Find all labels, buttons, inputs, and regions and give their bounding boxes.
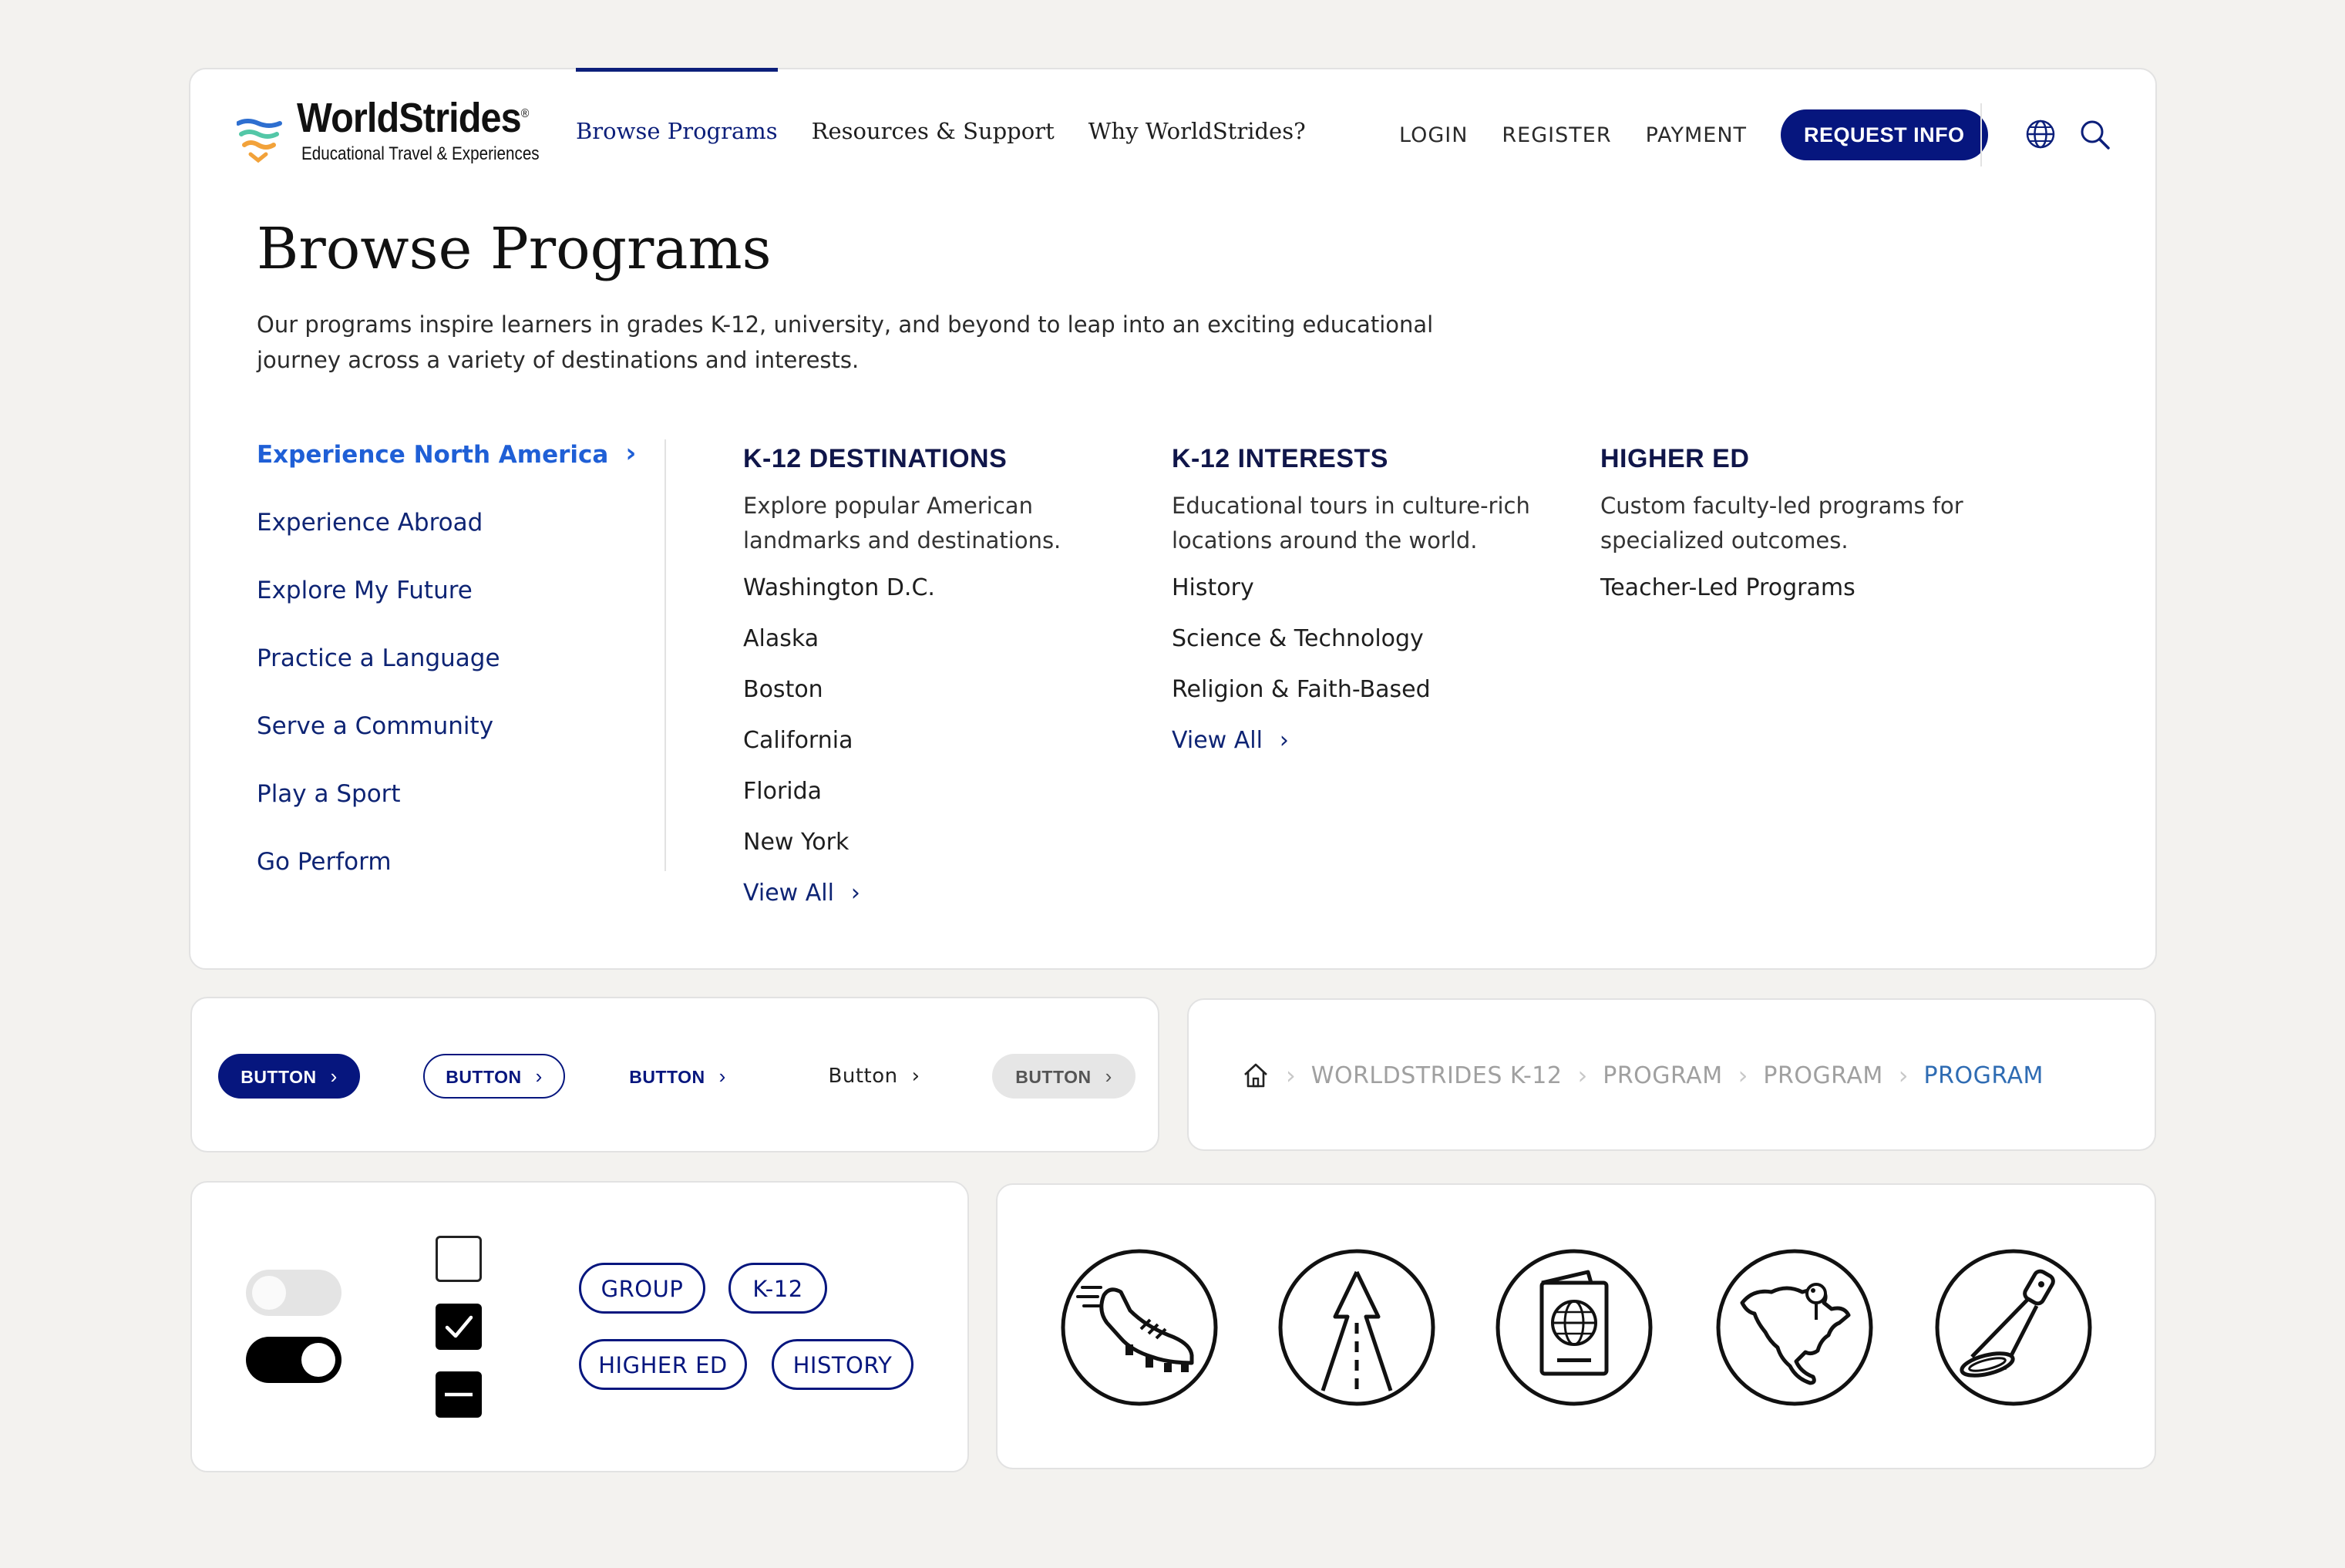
chevron-right-icon: ›: [535, 1065, 543, 1088]
chip-group[interactable]: GROUP: [579, 1263, 705, 1314]
browse-programs-mega-menu: WorldStrides® Educational Travel & Exper…: [189, 68, 2157, 970]
check-icon: [445, 1315, 473, 1338]
category-experience-north-america[interactable]: Experience North America ›: [257, 432, 642, 500]
breadcrumb: › WORLDSTRIDES K-12 › PROGRAM › PROGRAM …: [1241, 1046, 2044, 1105]
nav-resources-support[interactable]: Resources & Support: [812, 69, 1055, 193]
nav-why-worldstrides[interactable]: Why WorldStrides?: [1088, 69, 1306, 193]
chevron-right-icon: ›: [1279, 727, 1289, 754]
road-arrow-icon: [1278, 1249, 1435, 1406]
chevron-right-icon: ›: [850, 880, 860, 907]
search-icon[interactable]: [2079, 119, 2111, 151]
program-category-nav: Experience North America › Experience Abr…: [257, 432, 642, 907]
column-heading: HIGHER ED: [1600, 444, 1750, 473]
logo-tagline: Educational Travel & Experiences: [301, 143, 540, 164]
link-religion-faith-based[interactable]: Religion & Faith-Based: [1172, 665, 1573, 715]
breadcrumb-item[interactable]: PROGRAM: [1763, 1062, 1882, 1089]
breadcrumb-item[interactable]: PROGRAM: [1603, 1062, 1722, 1089]
view-all-destinations-link[interactable]: View All ›: [743, 868, 1144, 919]
chip-history[interactable]: HISTORY: [772, 1339, 913, 1390]
link-alaska[interactable]: Alaska: [743, 614, 1144, 665]
toggle-knob: [301, 1343, 335, 1377]
toggle-knob: [252, 1276, 286, 1310]
page-intro: Our programs inspire learners in grades …: [257, 311, 1434, 373]
checkbox-checked[interactable]: [436, 1304, 482, 1350]
form-controls-card: GROUP K-12 HIGHER ED HISTORY: [190, 1181, 969, 1472]
cleat-shoe-icon: [1061, 1249, 1218, 1406]
column-description: Educational tours in culture-rich locati…: [1172, 493, 1530, 554]
nav-divider: [1980, 103, 1982, 167]
view-all-label: View All: [1172, 727, 1263, 754]
link-washington-dc[interactable]: Washington D.C.: [743, 563, 1144, 614]
toggle-off[interactable]: [246, 1270, 341, 1316]
category-play-a-sport[interactable]: Play a Sport: [257, 771, 642, 839]
column-heading: K-12 INTERESTS: [1172, 444, 1388, 473]
link-boston[interactable]: Boston: [743, 665, 1144, 715]
chip-higher-ed[interactable]: HIGHER ED: [579, 1339, 747, 1390]
utility-nav: LOGIN REGISTER PAYMENT REQUEST INFO: [1399, 109, 1988, 160]
category-experience-abroad[interactable]: Experience Abroad: [257, 500, 642, 567]
breadcrumb-current: PROGRAM: [1923, 1062, 2044, 1089]
chevron-right-icon: ›: [1105, 1065, 1112, 1088]
button-styles-card: BUTTON › BUTTON › BUTTON › Button › BUTTON ›: [190, 997, 1159, 1152]
north-america-map-icon: [1716, 1249, 1873, 1406]
column-higher-ed: HIGHER ED Custom faculty-led programs fo…: [1600, 439, 2001, 614]
category-go-perform[interactable]: Go Perform: [257, 839, 642, 907]
breadcrumb-card: › WORLDSTRIDES K-12 › PROGRAM › PROGRAM …: [1187, 998, 2156, 1151]
chevron-right-icon: ›: [911, 1065, 920, 1088]
passport-icon: [1495, 1249, 1653, 1406]
login-link[interactable]: LOGIN: [1399, 123, 1468, 147]
breadcrumb-separator: ›: [1577, 1061, 1588, 1090]
payment-link[interactable]: PAYMENT: [1646, 123, 1747, 147]
category-serve-a-community[interactable]: Serve a Community: [257, 703, 642, 771]
page-title: Browse Programs: [257, 216, 772, 282]
secondary-outline-button[interactable]: BUTTON ›: [423, 1054, 565, 1099]
category-label: Experience North America: [257, 441, 609, 469]
column-description: Explore popular American landmarks and d…: [743, 493, 1061, 554]
main-nav: Browse Programs Resources & Support Why …: [576, 68, 1306, 193]
breadcrumb-separator: ›: [1738, 1061, 1748, 1090]
chip-k12[interactable]: K-12: [728, 1263, 827, 1314]
view-all-interests-link[interactable]: View All ›: [1172, 715, 1573, 766]
disabled-button[interactable]: BUTTON ›: [992, 1054, 1135, 1099]
tertiary-text-button[interactable]: BUTTON ›: [624, 1054, 732, 1099]
link-teacher-led-programs[interactable]: Teacher-Led Programs: [1600, 563, 2001, 614]
request-info-button[interactable]: REQUEST INFO: [1781, 109, 1988, 160]
chevron-right-icon: ›: [330, 1065, 338, 1088]
nav-browse-programs[interactable]: Browse Programs: [576, 68, 778, 193]
toggle-on[interactable]: [246, 1337, 341, 1383]
chevron-right-icon: ›: [625, 438, 637, 469]
minus-icon: [445, 1392, 473, 1397]
link-history[interactable]: History: [1172, 563, 1573, 614]
chevron-right-icon: ›: [718, 1065, 726, 1088]
plain-text-button[interactable]: Button ›: [824, 1054, 924, 1099]
checkbox-indeterminate[interactable]: [436, 1371, 482, 1418]
checkbox-unchecked[interactable]: [436, 1236, 482, 1282]
column-description: Custom faculty-led programs for speciali…: [1600, 493, 1963, 554]
logo-wordmark: WorldStrides®: [297, 95, 529, 141]
icon-set-card: [996, 1183, 2156, 1469]
link-california[interactable]: California: [743, 715, 1144, 766]
primary-button[interactable]: BUTTON ›: [218, 1054, 360, 1099]
register-link[interactable]: REGISTER: [1502, 123, 1611, 147]
category-explore-my-future[interactable]: Explore My Future: [257, 567, 642, 635]
column-heading: K-12 DESTINATIONS: [743, 444, 1008, 473]
home-icon[interactable]: [1241, 1061, 1270, 1090]
column-divider: [664, 439, 666, 871]
link-science-technology[interactable]: Science & Technology: [1172, 614, 1573, 665]
link-new-york[interactable]: New York: [743, 817, 1144, 868]
breadcrumb-item[interactable]: WORLDSTRIDES K-12: [1311, 1062, 1563, 1089]
breadcrumb-separator: ›: [1286, 1061, 1296, 1090]
column-k12-interests: K-12 INTERESTS Educational tours in cult…: [1172, 439, 1573, 766]
view-all-label: View All: [743, 880, 834, 907]
globe-icon[interactable]: [2025, 119, 2056, 150]
column-k12-destinations: K-12 DESTINATIONS Explore popular Americ…: [743, 439, 1144, 919]
category-practice-a-language[interactable]: Practice a Language: [257, 635, 642, 703]
logo-mark-icon: [237, 119, 282, 163]
spotlight-icon: [1935, 1249, 2092, 1406]
breadcrumb-separator: ›: [1898, 1061, 1909, 1090]
worldstrides-logo[interactable]: WorldStrides® Educational Travel & Exper…: [237, 94, 545, 171]
link-florida[interactable]: Florida: [743, 766, 1144, 817]
